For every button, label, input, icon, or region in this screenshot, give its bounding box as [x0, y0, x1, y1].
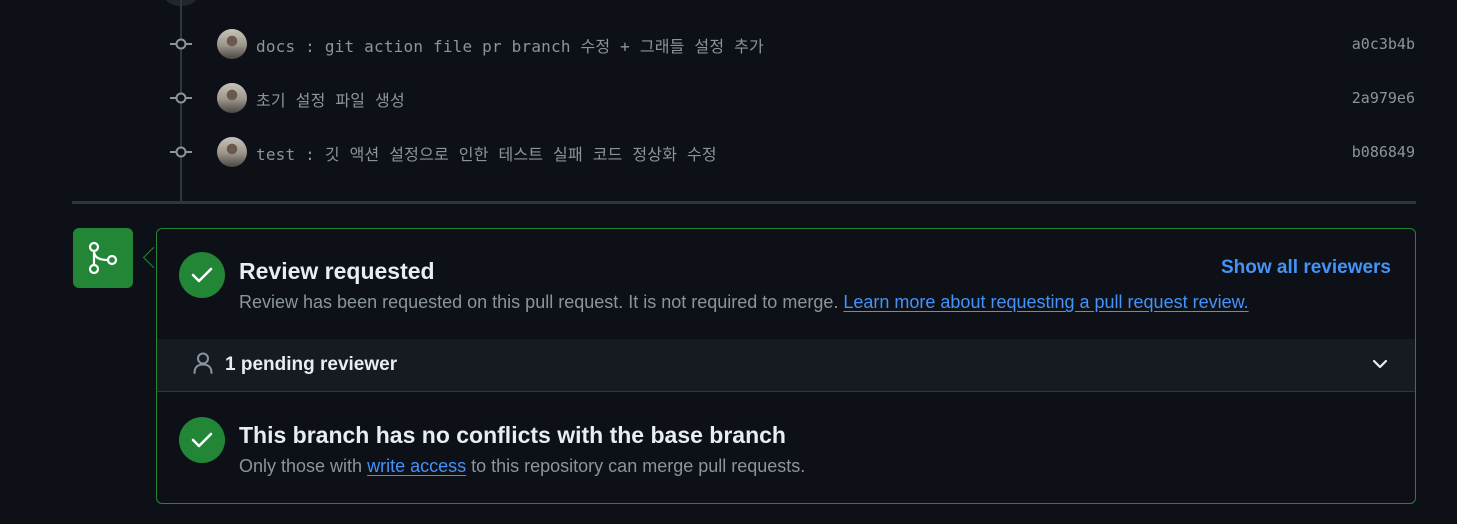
review-title: Review requested	[239, 258, 435, 284]
conflicts-desc-before: Only those with	[239, 456, 363, 476]
git-merge-icon	[88, 241, 118, 275]
commit-row: docs : git action file pr branch 수정 + 그래…	[0, 29, 1457, 59]
review-status-icon	[179, 252, 225, 298]
commit-sha-link[interactable]: b086849	[1352, 143, 1415, 161]
avatar[interactable]	[217, 83, 247, 113]
conflicts-desc-after: to this repository can merge pull reques…	[471, 456, 806, 476]
git-commit-icon	[170, 92, 192, 104]
pending-reviewers-toggle[interactable]: 1 pending reviewer	[157, 339, 1415, 392]
commit-sha-link[interactable]: a0c3b4b	[1352, 35, 1415, 53]
avatar[interactable]	[217, 137, 247, 167]
commit-row: 초기 설정 파일 생성 2a979e6	[0, 83, 1457, 113]
show-all-reviewers-link[interactable]: Show all reviewers	[1221, 257, 1391, 279]
check-icon	[191, 432, 213, 448]
chevron-down-icon[interactable]	[1372, 358, 1388, 370]
commit-message-link[interactable]: 초기 설정 파일 생성	[256, 87, 405, 111]
commit-message-link[interactable]: docs : git action file pr branch 수정 + 그래…	[256, 33, 764, 57]
pending-reviewer-label: 1 pending reviewer	[225, 354, 398, 375]
conflicts-title: This branch has no conflicts with the ba…	[239, 422, 786, 448]
git-commit-icon	[170, 146, 192, 158]
pr-page: docs : git action file pr branch 수정 + 그래…	[0, 0, 1457, 524]
timeline-divider	[72, 201, 1416, 204]
merge-panel: Review requested Show all reviewers Revi…	[156, 228, 1416, 504]
merge-status-badge	[73, 228, 133, 288]
commit-row: test : 깃 액션 설정으로 인한 테스트 실패 코드 정상화 수정 b08…	[0, 137, 1457, 167]
avatar[interactable]	[217, 29, 247, 59]
check-icon	[191, 267, 213, 283]
write-access-link[interactable]: write access	[367, 456, 466, 476]
review-description: Review has been requested on this pull r…	[239, 292, 1249, 313]
review-description-text: Review has been requested on this pull r…	[239, 292, 839, 312]
conflicts-status-icon	[179, 417, 225, 463]
commit-sha-link[interactable]: 2a979e6	[1352, 89, 1415, 107]
commit-message-link[interactable]: test : 깃 액션 설정으로 인한 테스트 실패 코드 정상화 수정	[256, 141, 717, 165]
learn-more-link[interactable]: Learn more about requesting a pull reque…	[843, 292, 1248, 312]
conflicts-description: Only those with write access to this rep…	[239, 456, 805, 477]
person-icon	[193, 352, 213, 374]
git-commit-icon	[170, 38, 192, 50]
